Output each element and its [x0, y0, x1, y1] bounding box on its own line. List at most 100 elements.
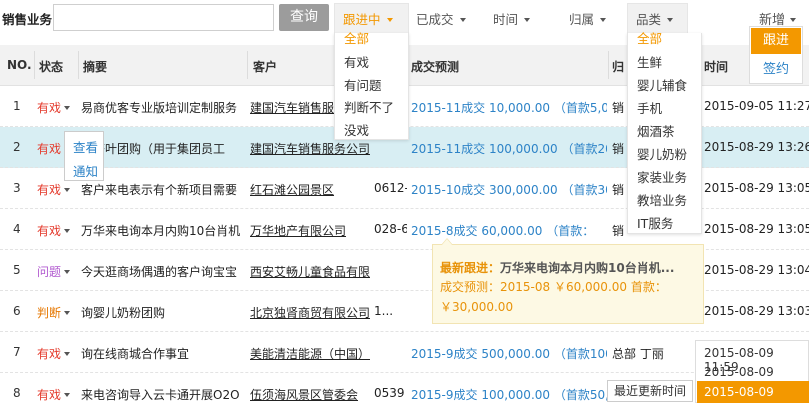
time-option-selected[interactable]: 2015-08-09 11:59: [697, 381, 809, 403]
row-number: 6: [13, 304, 21, 318]
new-followup-item[interactable]: 跟进: [751, 28, 801, 54]
status-dropdown[interactable]: 有戏: [37, 99, 71, 116]
filter-time[interactable]: 时间: [493, 9, 531, 28]
row-summary[interactable]: 客户来电表示有个新项目需要: [81, 181, 244, 198]
status-dropdown[interactable]: 有戏: [37, 181, 71, 198]
view-action[interactable]: 查看: [73, 137, 98, 156]
category-option[interactable]: 婴儿奶粉: [637, 144, 687, 163]
chevron-down-icon: [64, 393, 71, 397]
last-update-label: 最近更新时间: [607, 380, 693, 402]
row-summary[interactable]: 今天逛商场偶遇的客户询宝宝: [81, 263, 244, 280]
status-dropdown[interactable]: 判断: [37, 304, 71, 321]
chevron-down-icon: [64, 188, 71, 192]
search-input[interactable]: [53, 4, 274, 31]
category-option[interactable]: 生鲜: [637, 52, 662, 71]
chevron-down-icon: [790, 18, 797, 22]
col-customer[interactable]: 客户: [253, 58, 277, 75]
followup-tooltip: 最新跟进：万华来电询本月内购10台肖机... 成交预测：2015-08 ￥60,…: [432, 238, 704, 324]
row-number: 7: [13, 345, 21, 359]
notify-action[interactable]: 通知: [73, 161, 98, 180]
chevron-down-icon: [667, 18, 674, 22]
forecast-link[interactable]: 2015-8成交 60,000.00 （首款：: [411, 222, 607, 239]
followup-option-hopeless[interactable]: 没戏: [344, 120, 369, 139]
chevron-down-icon: [459, 18, 466, 22]
followup-option-all[interactable]: 全部: [344, 28, 369, 47]
row-summary[interactable]: 易商优客专业版培训定制服务: [81, 99, 244, 116]
customer-link[interactable]: 西安艾畅儿童食品有限公司: [250, 263, 370, 280]
chevron-down-icon: [386, 18, 393, 22]
chevron-down-icon: [64, 270, 71, 274]
chevron-down-icon: [524, 18, 531, 22]
filter-category[interactable]: 品类: [636, 9, 674, 28]
customer-phone: 0612-77: [374, 181, 407, 195]
row-number: 4: [13, 222, 21, 236]
row-time: 2015-08-29 13:26: [704, 140, 809, 154]
chevron-down-icon: [64, 352, 71, 356]
row-number: 8: [13, 386, 21, 400]
row-number: 3: [13, 181, 21, 195]
row-number: 2: [13, 140, 21, 154]
customer-link[interactable]: 万华地产有限公司: [250, 222, 370, 239]
category-option[interactable]: 婴儿辅食: [637, 75, 687, 94]
filter-followup[interactable]: 跟进中: [343, 9, 393, 28]
col-forecast[interactable]: 成交预测: [411, 58, 459, 75]
category-option[interactable]: 全部: [637, 28, 662, 47]
status-dropdown[interactable]: 有戏: [37, 345, 71, 362]
chevron-down-icon: [64, 229, 71, 233]
row-number: 1: [13, 99, 21, 113]
customer-phone: 0539: [374, 386, 405, 400]
tooltip-forecast: 成交预测：2015-08 ￥60,000.00 首款：: [440, 280, 667, 294]
row-action-menu: 查看 通知: [64, 131, 104, 181]
category-option[interactable]: 家装业务: [637, 167, 687, 186]
filter-owner[interactable]: 归属: [569, 9, 607, 28]
tooltip-amount: ￥30,000.00: [440, 300, 514, 314]
forecast-link[interactable]: 2015-11成交 100,000.00 （首款20,00: [411, 140, 607, 157]
category-option[interactable]: 烟酒茶: [637, 121, 675, 140]
forecast-link[interactable]: 2015-10成交 300,000.00 （首款30,00: [411, 181, 607, 198]
new-contract-item[interactable]: 签约: [751, 57, 801, 83]
filter-closed[interactable]: 已成交: [416, 9, 466, 28]
customer-link[interactable]: 美能清洁能源（中国）有限公司: [250, 345, 370, 362]
row-summary[interactable]: 询婴儿奶粉团购: [81, 304, 244, 321]
col-no: NO.: [7, 58, 32, 72]
row-summary[interactable]: 来电咨询导入云卡通开展O2O: [81, 386, 244, 403]
row-summary[interactable]: 询茶叶团购（用于集团员工: [81, 140, 244, 157]
status-dropdown[interactable]: 有戏: [37, 386, 71, 403]
category-option[interactable]: 手机: [637, 98, 662, 117]
chevron-down-icon: [64, 311, 71, 315]
row-time: 2015-08-29 13:05: [704, 222, 809, 236]
chevron-down-icon: [600, 18, 607, 22]
col-status[interactable]: 状态: [39, 58, 63, 75]
category-option[interactable]: 教培业务: [637, 190, 687, 209]
forecast-link[interactable]: 2015-11成交 10,000.00 （首款5,000: [411, 99, 607, 116]
followup-option-problem[interactable]: 有问题: [344, 75, 382, 94]
followup-option-unsure[interactable]: 判断不了: [344, 97, 394, 116]
row-time: 2015-08-29 13:05: [704, 181, 809, 195]
forecast-link[interactable]: 2015-9成交 100,000.00 （首款50,00: [411, 386, 607, 403]
customer-link[interactable]: 伍须海风景区管委会: [250, 386, 370, 403]
followup-option-promising[interactable]: 有戏: [344, 52, 369, 71]
customer-phone: 1...: [374, 304, 394, 318]
forecast-link[interactable]: 2015-9成交 500,000.00 （首款100,00: [411, 345, 607, 362]
row-summary[interactable]: 询在线商城合作事宜: [81, 345, 244, 362]
search-button[interactable]: 查询: [279, 4, 329, 31]
new-menu: 跟进 签约: [749, 26, 803, 84]
category-option[interactable]: IT服务: [637, 213, 673, 232]
chevron-down-icon: [64, 106, 71, 110]
tooltip-summary: 万华来电询本月内购10台肖机...: [500, 261, 675, 275]
row-owner: 总部 丁丽: [612, 347, 664, 361]
table-row[interactable]: 7 有戏询在线商城合作事宜美能清洁能源（中国）有限公司 2015-9成交 500,0…: [0, 332, 809, 373]
col-time[interactable]: 时间: [704, 58, 728, 75]
status-dropdown[interactable]: 问题: [37, 263, 71, 280]
customer-link[interactable]: 红石滩公园景区: [250, 181, 370, 198]
status-dropdown[interactable]: 有戏: [37, 222, 71, 239]
row-number: 5: [13, 263, 21, 277]
toolbar: 销售业务 查询 跟进中 已成交 时间 归属 品类 新增: [0, 0, 809, 36]
followup-dropdown: 全部 有戏 有问题 判断不了 没戏: [334, 31, 409, 140]
row-summary[interactable]: 万华来电询本月内购10台肖机: [81, 222, 244, 239]
row-time: 2015-08-29 13:03: [704, 304, 809, 318]
col-owner[interactable]: 归: [612, 58, 624, 75]
col-summary[interactable]: 摘要: [83, 58, 107, 75]
customer-link[interactable]: 北京独肾商贸有限公司: [250, 304, 370, 321]
customer-link[interactable]: 建国汽车销售服务公司: [250, 140, 370, 157]
